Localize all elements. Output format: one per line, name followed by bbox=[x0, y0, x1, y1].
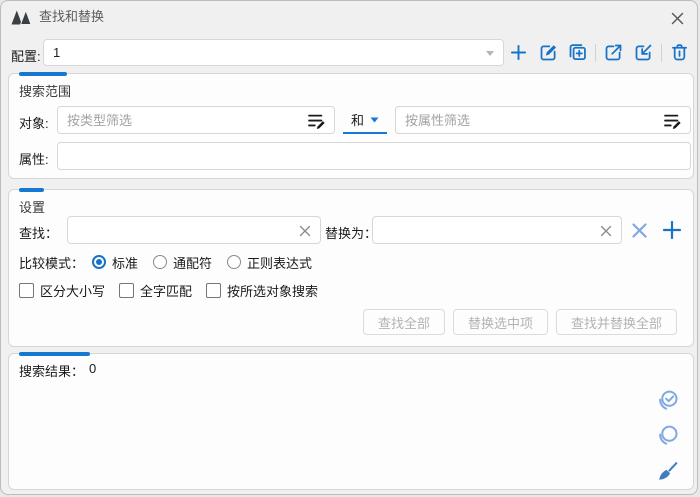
find-input[interactable] bbox=[68, 217, 320, 243]
config-label: 配置: bbox=[11, 46, 41, 65]
clear-find-icon[interactable] bbox=[298, 224, 312, 238]
title-bar: 查找和替换 bbox=[1, 1, 697, 33]
find-label: 查找： bbox=[19, 223, 58, 242]
config-toolbar bbox=[507, 39, 691, 66]
deselect-results-button[interactable] bbox=[655, 423, 681, 449]
scope-title: 搜索范围 bbox=[19, 81, 71, 100]
scope-accent-bar bbox=[19, 72, 67, 76]
select-results-button[interactable] bbox=[655, 388, 681, 414]
search-scope-group: 搜索范围 对象: 和 属性: bbox=[8, 73, 694, 179]
check-circle-icon bbox=[656, 389, 680, 413]
search-results-group: 搜索结果： 0 bbox=[8, 353, 694, 490]
case-sensitive-label: 区分大小写 bbox=[40, 281, 105, 300]
circle-icon bbox=[656, 424, 680, 448]
export-icon bbox=[603, 42, 624, 63]
toolbar-separator bbox=[595, 44, 596, 62]
type-filter-input[interactable] bbox=[58, 107, 334, 133]
operator-dropdown[interactable]: 和 bbox=[343, 106, 387, 134]
replace-label: 替换为： bbox=[325, 223, 377, 242]
property-input[interactable] bbox=[58, 143, 690, 169]
window-title: 查找和替换 bbox=[39, 1, 104, 33]
mode-regex-label: 正则表达式 bbox=[247, 253, 312, 272]
mode-wildcard-label: 通配符 bbox=[173, 253, 212, 272]
add-pair-icon bbox=[661, 219, 683, 241]
results-label: 搜索结果： bbox=[19, 361, 84, 380]
export-config-button[interactable] bbox=[602, 40, 625, 65]
results-title-row: 搜索结果： 0 bbox=[19, 361, 96, 380]
selected-objects-checkbox[interactable]: 按所选对象搜索 bbox=[206, 281, 318, 300]
radio-unselected-icon bbox=[153, 255, 167, 269]
compare-mode-options: 标准 通配符 正则表达式 bbox=[92, 253, 312, 272]
property-field[interactable] bbox=[57, 142, 691, 170]
compare-mode-label: 比较模式： bbox=[19, 253, 84, 272]
replace-selected-button[interactable]: 替换选中项 bbox=[453, 309, 548, 335]
close-icon bbox=[670, 11, 685, 26]
mode-standard-label: 标准 bbox=[112, 253, 138, 272]
add-config-button[interactable] bbox=[507, 40, 530, 65]
find-field[interactable] bbox=[67, 216, 321, 244]
toolbar-separator bbox=[661, 44, 662, 62]
plus-icon bbox=[508, 42, 529, 63]
property-label: 属性: bbox=[19, 149, 49, 168]
duplicate-config-button[interactable] bbox=[566, 40, 589, 65]
clear-results-button[interactable] bbox=[655, 458, 681, 484]
case-sensitive-checkbox[interactable]: 区分大小写 bbox=[19, 281, 105, 300]
delete-config-button[interactable] bbox=[668, 40, 691, 65]
remove-pair-icon bbox=[630, 221, 649, 240]
find-replace-all-button[interactable]: 查找并替换全部 bbox=[556, 309, 677, 335]
selected-objects-label: 按所选对象搜索 bbox=[227, 281, 318, 300]
object-label: 对象: bbox=[19, 113, 49, 132]
attribute-filter-input[interactable] bbox=[396, 107, 690, 133]
results-count: 0 bbox=[89, 361, 96, 380]
settings-accent-bar bbox=[19, 188, 44, 192]
type-filter-field[interactable] bbox=[57, 106, 335, 134]
attribute-filter-field[interactable] bbox=[395, 106, 691, 134]
settings-title: 设置 bbox=[19, 197, 45, 216]
checkbox-icon bbox=[19, 283, 34, 298]
add-pair-button[interactable] bbox=[659, 216, 685, 244]
duplicate-icon bbox=[567, 42, 588, 63]
import-config-button[interactable] bbox=[631, 40, 654, 65]
edit-attribute-list-icon[interactable] bbox=[663, 113, 683, 129]
brush-icon bbox=[656, 459, 680, 483]
import-icon bbox=[633, 42, 654, 63]
operator-value: 和 bbox=[351, 110, 364, 129]
edit-icon bbox=[538, 42, 559, 63]
combo-dropdown-icon[interactable] bbox=[485, 50, 495, 57]
action-buttons-row: 查找全部 替换选中项 查找并替换全部 bbox=[363, 309, 677, 335]
app-logo-icon bbox=[11, 9, 32, 25]
results-toolbar bbox=[655, 388, 681, 484]
whole-word-label: 全字匹配 bbox=[140, 281, 192, 300]
clear-replace-icon[interactable] bbox=[599, 224, 613, 238]
find-all-button[interactable]: 查找全部 bbox=[363, 309, 445, 335]
checkbox-icon bbox=[206, 283, 221, 298]
mode-regex-radio[interactable]: 正则表达式 bbox=[227, 253, 312, 272]
checkbox-icon bbox=[119, 283, 134, 298]
radio-selected-icon bbox=[92, 255, 106, 269]
mode-wildcard-radio[interactable]: 通配符 bbox=[153, 253, 212, 272]
config-combobox-input[interactable] bbox=[44, 40, 503, 65]
operator-dropdown-icon bbox=[370, 117, 379, 123]
replace-field[interactable] bbox=[372, 216, 622, 244]
edit-config-button[interactable] bbox=[536, 40, 559, 65]
remove-pair-button[interactable] bbox=[626, 216, 652, 244]
radio-unselected-icon bbox=[227, 255, 241, 269]
close-button[interactable] bbox=[667, 8, 687, 28]
results-accent-bar bbox=[19, 352, 90, 356]
edit-type-list-icon[interactable] bbox=[307, 113, 327, 129]
config-combobox[interactable] bbox=[43, 39, 504, 66]
settings-group: 设置 查找： 替换为： 比较模式： bbox=[8, 189, 694, 347]
trash-icon bbox=[669, 42, 690, 63]
replace-input[interactable] bbox=[373, 217, 621, 243]
options-row: 区分大小写 全字匹配 按所选对象搜索 bbox=[19, 280, 318, 300]
compare-mode-row: 比较模式： 标准 通配符 正则表达式 bbox=[19, 252, 312, 272]
whole-word-checkbox[interactable]: 全字匹配 bbox=[119, 281, 192, 300]
mode-standard-radio[interactable]: 标准 bbox=[92, 253, 138, 272]
find-replace-dialog: 查找和替换 配置: bbox=[0, 0, 698, 495]
